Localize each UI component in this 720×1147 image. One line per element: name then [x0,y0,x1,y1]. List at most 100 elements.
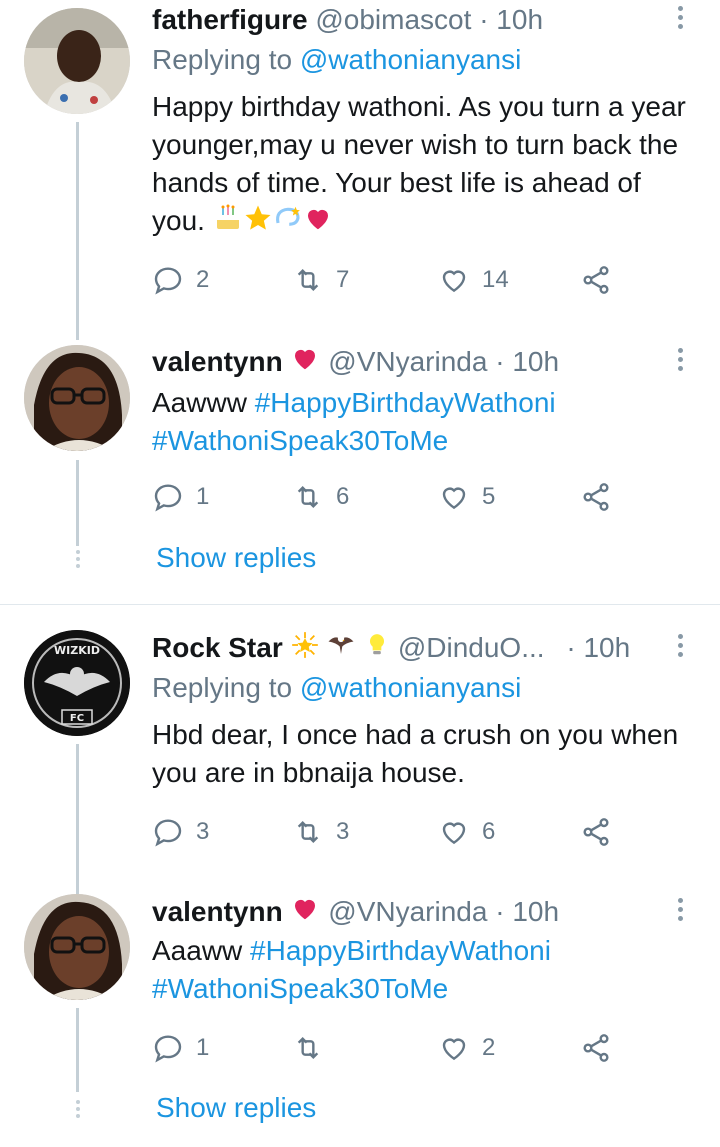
reply-icon [154,1035,182,1063]
reply-count: 3 [196,818,210,845]
avatar[interactable] [24,345,130,451]
user-handle[interactable]: @VNyarinda [328,896,487,927]
heart-emoji [290,893,320,934]
share-icon [583,818,609,846]
tweet-1[interactable]: fatherfigure @obimascot · 10h Replying t… [0,0,720,340]
avatar-logo-text: WIZKID [54,644,100,657]
tweet-text-content: Hbd dear, I once had a crush on you when… [152,719,679,788]
divider [0,604,720,605]
mention-link[interactable]: @wathonianyansi [300,44,521,75]
tweet-actions: 1 6 5 [152,477,632,517]
like-icon [442,270,466,293]
like-count: 6 [482,818,496,845]
more-icon[interactable] [674,6,686,36]
retweet-icon [297,268,319,292]
tweet-text-content: Aaaww [152,935,243,966]
share-icon [583,1034,609,1062]
hashtag-link[interactable]: #HappyBirthdayWathoni [250,935,551,966]
display-name[interactable]: Rock Star [152,632,283,663]
replying-to-label: Replying to [152,44,293,75]
user-handle[interactable]: @VNyarinda [328,346,487,377]
reply-icon [154,819,182,847]
avatar[interactable] [24,894,130,1000]
lightbulb-emoji [364,630,390,670]
retweet-count: 6 [336,483,350,510]
share-button[interactable] [580,477,624,517]
like-button[interactable]: 14 [438,260,509,300]
show-replies-link[interactable]: Show replies [156,1092,316,1124]
like-icon [442,1038,466,1061]
reply-button[interactable]: 3 [152,812,209,852]
show-replies-link[interactable]: Show replies [156,542,316,574]
tweet-text: Hbd dear, I once had a crush on you when… [152,716,692,792]
share-button[interactable] [580,1028,624,1068]
more-icon[interactable] [674,898,686,928]
like-count: 2 [482,1034,496,1061]
user-handle[interactable]: @obimascot [315,4,471,35]
mention-link[interactable]: @wathonianyansi [300,672,521,703]
display-name[interactable]: valentynn [152,346,283,377]
separator: · [495,346,505,377]
display-name[interactable]: fatherfigure [152,4,308,35]
retweet-button[interactable]: 7 [292,260,349,300]
reply-button[interactable]: 1 [152,477,209,517]
share-button[interactable] [580,260,624,300]
heart-emoji [290,343,320,384]
reply-icon [154,484,182,512]
hashtag-link[interactable]: #HappyBirthdayWathoni [255,387,556,418]
retweet-count: 7 [336,266,350,293]
more-icon[interactable] [674,634,686,664]
eagle-emoji [326,629,356,670]
thread-line [76,460,79,546]
star-emoji [243,203,273,243]
separator: · [495,896,505,927]
reply-count: 1 [196,1034,210,1061]
tweet-actions: 1 2 [152,1028,632,1068]
like-button[interactable]: 6 [438,812,495,852]
timestamp[interactable]: 10h [512,346,559,377]
thread-line [76,122,79,340]
share-button[interactable] [580,812,624,852]
retweet-button[interactable] [292,1028,336,1068]
share-icon [583,266,609,294]
separator: · [566,632,576,663]
share-icon [583,483,609,511]
tweet-text-content: Aawww [152,387,247,418]
retweet-button[interactable]: 3 [292,812,349,852]
tweet-3[interactable]: FC WIZKID Rock Star @DinduO... · 10h Rep… [0,626,720,894]
tweet-text: Happy birthday wathoni. As you turn a ye… [152,88,692,243]
display-name[interactable]: valentynn [152,896,283,927]
timestamp[interactable]: 10h [512,896,559,927]
reply-button[interactable]: 2 [152,260,209,300]
timestamp[interactable]: 10h [583,632,630,663]
like-icon [442,487,466,510]
tweet-2[interactable]: valentynn @VNyarinda · 10h Aawww #HappyB… [0,340,720,602]
retweet-button[interactable]: 6 [292,477,349,517]
user-handle[interactable]: @DinduO... [398,632,545,663]
tweet-text: Aaaww #HappyBirthdayWathoni #WathoniSpea… [152,932,692,1008]
like-button[interactable]: 5 [438,477,495,517]
replying-to: Replying to @wathonianyansi [152,44,521,76]
like-count: 5 [482,483,496,510]
hashtag-link[interactable]: #WathoniSpeak30ToMe [152,425,448,456]
thread-dots [75,1100,81,1121]
retweet-icon [297,485,319,509]
tweet-actions: 2 7 14 [152,260,632,300]
like-icon [442,822,466,845]
like-button[interactable]: 2 [438,1028,495,1068]
retweet-icon [297,1036,319,1060]
reply-button[interactable]: 1 [152,1028,209,1068]
separator: · [479,4,489,35]
retweet-icon [297,820,319,844]
timestamp[interactable]: 10h [496,4,543,35]
tweet-4[interactable]: valentynn @VNyarinda · 10h Aaaww #HappyB… [0,890,720,1147]
avatar[interactable]: FC WIZKID [24,630,130,736]
retweet-count: 3 [336,818,350,845]
thread-line [76,744,79,894]
more-icon[interactable] [674,348,686,378]
avatar[interactable] [24,8,130,114]
glowing-star-emoji [291,630,319,670]
hashtag-link[interactable]: #WathoniSpeak30ToMe [152,973,448,1004]
thread-line [76,1008,79,1092]
tweet-header: fatherfigure @obimascot · 10h [152,0,543,40]
